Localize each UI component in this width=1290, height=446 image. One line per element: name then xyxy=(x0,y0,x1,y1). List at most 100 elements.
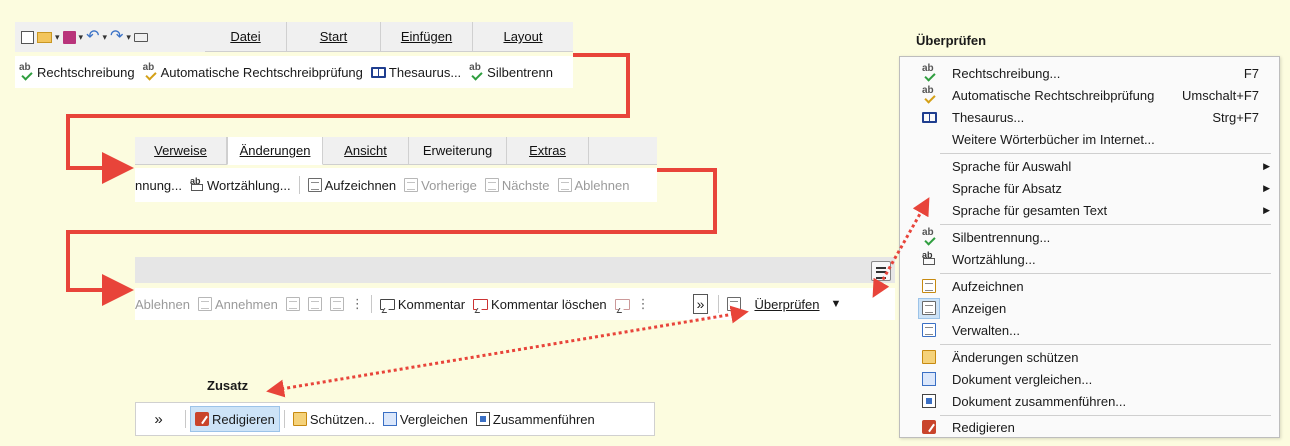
protect-button[interactable]: Schützen... xyxy=(289,403,379,435)
overflow-icon: » xyxy=(696,296,705,312)
menu-separator xyxy=(940,224,1271,225)
menu-separator xyxy=(940,153,1271,154)
tab-row-3 xyxy=(135,257,895,283)
record-changes-button[interactable]: Aufzeichnen xyxy=(304,168,401,202)
insert-comment-button[interactable]: Kommentar xyxy=(376,288,469,320)
reject-change-button[interactable]: Ablehnen xyxy=(554,168,634,202)
delete-all-comments-button[interactable] xyxy=(611,288,634,320)
merge-document-icon xyxy=(475,412,490,426)
tab-aenderungen[interactable]: Änderungen xyxy=(227,137,323,165)
tool-label: nnung... xyxy=(135,177,182,193)
spellcheck-button[interactable]: ab Rechtschreibung xyxy=(15,56,139,88)
hyphenation-icon: ab xyxy=(922,228,937,244)
menu-item-language-all-text[interactable]: Sprache für gesamten Text ▶ xyxy=(900,199,1279,222)
menu-item-merge-document[interactable]: Dokument zusammenführen... xyxy=(900,390,1279,413)
review-toolbar-part-3: Ablehnen Annehmen ⋮ Kommentar Kommentar … xyxy=(135,288,895,320)
changes-options-button[interactable] xyxy=(326,288,348,320)
quick-access-toolbar: ▾ ▾ ↶ ▾ ↷ ▾ xyxy=(15,22,225,52)
previous-change-button[interactable]: Vorherige xyxy=(400,168,481,202)
menu-item-compare-document[interactable]: Dokument vergleichen... xyxy=(900,368,1279,391)
review-menu-button[interactable]: Überprüfen ▼ xyxy=(723,288,845,320)
compare-document-icon xyxy=(382,412,397,426)
redact-button[interactable]: Redigieren xyxy=(190,406,280,432)
tab-start[interactable]: Start xyxy=(287,22,381,51)
accept-change-button[interactable]: Annehmen xyxy=(194,288,282,320)
toolbar-separator xyxy=(298,176,300,194)
review-menu: ab Rechtschreibung... F7 ab Automatische… xyxy=(899,56,1280,438)
tab-label: Einfügen xyxy=(400,29,453,44)
menu-item-more-dictionaries[interactable]: Weitere Wörterbücher im Internet... xyxy=(900,128,1279,151)
menu-item-show-changes[interactable]: Anzeigen xyxy=(900,297,1279,320)
protect-changes-icon xyxy=(292,412,307,426)
dropdown-caret-icon[interactable]: ▾ xyxy=(79,32,84,43)
tab-label: Ansicht xyxy=(344,143,387,158)
menu-item-protect-changes[interactable]: Änderungen schützen xyxy=(900,346,1279,369)
zusatz-toolbar: » Redigieren Schützen... Vergleichen Zus… xyxy=(135,402,655,436)
tab-extras[interactable]: Extras xyxy=(507,137,589,164)
tool-label: Vorherige xyxy=(421,177,477,193)
dropdown-caret-icon[interactable]: ▾ xyxy=(126,32,131,43)
tool-label: Überprüfen xyxy=(754,296,820,312)
word-count-icon: ab xyxy=(190,177,204,192)
new-document-icon[interactable] xyxy=(21,30,34,44)
compare-button[interactable]: Vergleichen xyxy=(379,403,472,435)
tool-label: Ablehnen xyxy=(574,177,630,193)
merge-button[interactable]: Zusammenführen xyxy=(472,403,599,435)
undo-icon[interactable]: ↶ xyxy=(86,29,99,45)
record-changes-icon xyxy=(307,178,322,192)
menu-item-auto-spellcheck[interactable]: ab Automatische Rechtschreibprüfung Umsc… xyxy=(900,84,1279,107)
redact-icon xyxy=(195,412,209,426)
overflow-button[interactable]: » xyxy=(692,294,709,314)
redo-icon[interactable]: ↷ xyxy=(110,29,123,45)
menu-item-record-changes[interactable]: Aufzeichnen xyxy=(900,275,1279,298)
tab-verweise[interactable]: Verweise xyxy=(135,137,227,164)
dropdown-caret-icon[interactable]: ▾ xyxy=(55,32,60,43)
redact-icon xyxy=(922,420,936,434)
menu-item-label: Weitere Wörterbücher im Internet... xyxy=(952,132,1155,147)
hyphenation-button[interactable]: nnung... xyxy=(135,168,186,202)
tool-label: Vergleichen xyxy=(399,411,468,427)
delete-comment-button[interactable]: Kommentar löschen xyxy=(469,288,611,320)
menu-item-thesaurus[interactable]: Thesaurus... Strg+F7 xyxy=(900,106,1279,129)
menu-item-word-count[interactable]: ab Wortzählung... xyxy=(900,248,1279,271)
menu-item-spellcheck[interactable]: ab Rechtschreibung... F7 xyxy=(900,62,1279,85)
save-icon[interactable] xyxy=(62,30,76,44)
menu-item-label: Silbentrennung... xyxy=(952,230,1051,245)
hamburger-menu-icon[interactable] xyxy=(871,261,891,281)
menu-item-hyphenation[interactable]: ab Silbentrennung... xyxy=(900,226,1279,249)
tab-erweiterung[interactable]: Erweiterung xyxy=(409,137,507,164)
tab-einfuegen[interactable]: Einfügen xyxy=(381,22,473,51)
hyphenation-button[interactable]: ab Silbentrenn xyxy=(465,56,557,88)
overflow-button[interactable]: » xyxy=(136,403,181,435)
auto-spellcheck-button[interactable]: ab Automatische Rechtschreibprüfung xyxy=(139,56,367,88)
menu-item-language-selection[interactable]: Sprache für Auswahl ▶ xyxy=(900,155,1279,178)
accept-all-button[interactable] xyxy=(282,288,304,320)
tab-layout[interactable]: Layout xyxy=(473,22,573,51)
toolbar-separator xyxy=(185,410,186,428)
more-options-icon[interactable]: ⋮ xyxy=(634,296,653,312)
spellcheck-icon: ab xyxy=(922,64,937,80)
review-icon xyxy=(727,297,742,311)
word-count-button[interactable]: ab Wortzählung... xyxy=(186,168,295,202)
compare-document-icon xyxy=(922,372,936,386)
reject-change-button[interactable]: Ablehnen xyxy=(135,288,194,320)
menu-item-redact[interactable]: Redigieren xyxy=(900,416,1279,439)
print-icon[interactable] xyxy=(133,32,148,42)
menu-item-language-paragraph[interactable]: Sprache für Absatz ▶ xyxy=(900,177,1279,200)
more-options-icon[interactable]: ⋮ xyxy=(348,296,367,312)
next-change-button[interactable]: Nächste xyxy=(481,168,554,202)
menu-item-label: Sprache für gesamten Text xyxy=(952,203,1108,218)
tab-ansicht[interactable]: Ansicht xyxy=(323,137,409,164)
menu-item-manage-changes[interactable]: Verwalten... xyxy=(900,319,1279,342)
auto-spellcheck-icon: ab xyxy=(143,63,158,79)
reject-all-button[interactable] xyxy=(304,288,326,320)
tab-label: Datei xyxy=(230,29,261,44)
tab-label: Start xyxy=(319,29,348,44)
thesaurus-button[interactable]: Thesaurus... xyxy=(367,56,465,88)
tool-label: Nächste xyxy=(501,177,550,193)
accept-change-icon xyxy=(197,297,212,311)
dropdown-caret-icon[interactable]: ▾ xyxy=(102,32,107,43)
open-folder-icon[interactable] xyxy=(37,31,52,43)
previous-change-icon xyxy=(404,178,419,192)
tab-datei[interactable]: Datei xyxy=(205,22,287,51)
